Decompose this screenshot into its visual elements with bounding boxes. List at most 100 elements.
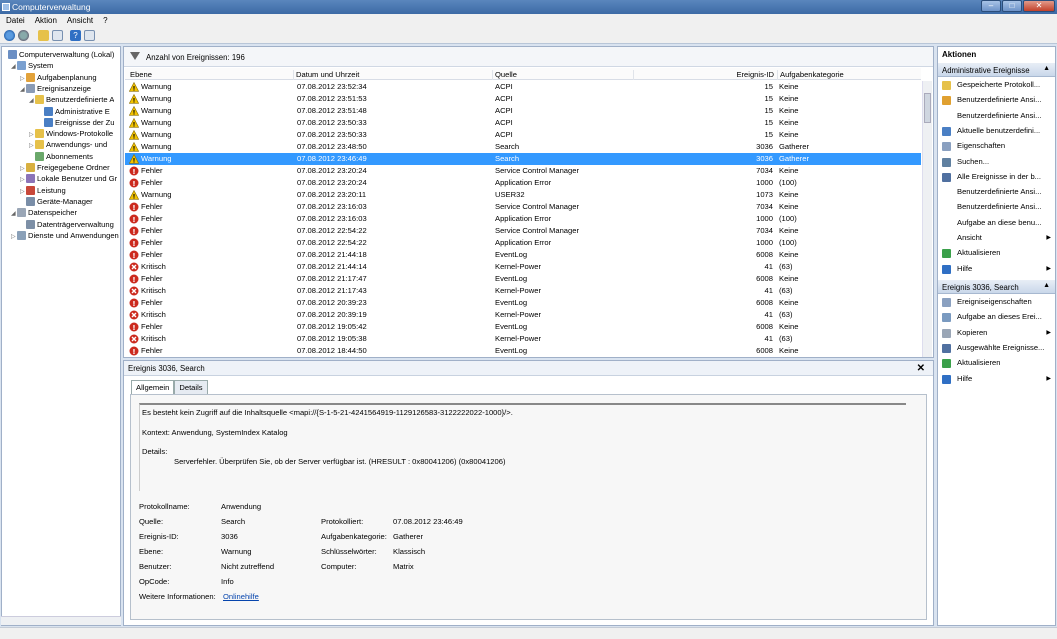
collapse-icon[interactable]: ▲ (1043, 282, 1050, 289)
tree-item[interactable]: Geräte-Manager (20, 196, 93, 207)
event-level: Warnung (141, 190, 172, 199)
table-row[interactable]: Kritisch 07.08.2012 21:44:14 Kernel-Power (… (125, 261, 921, 273)
action-item[interactable]: Ausgewählte Ereignisse... (938, 341, 1055, 355)
tree-item[interactable]: ◢ Datenspeicher (11, 207, 77, 218)
column-ebene[interactable]: Ebene (128, 70, 294, 80)
action-item[interactable]: Ereigniseigenschaften (938, 295, 1055, 309)
help-icon[interactable]: ? (70, 30, 81, 41)
section-administrative-events[interactable]: Administrative Ereignisse ▲ (938, 63, 1055, 77)
column-aufgabenkategorie[interactable]: Aufgabenkategorie (777, 70, 917, 80)
menu-help[interactable]: ? (103, 16, 107, 27)
table-row[interactable]: ! Warnung 07.08.2012 23:50:33 ACPI Keine 15 (125, 117, 921, 129)
show-hide-tree-icon[interactable] (52, 30, 63, 41)
svg-text:!: ! (132, 168, 135, 176)
collapse-icon[interactable]: ▲ (1043, 65, 1050, 72)
onlinehilfe-link[interactable]: Onlinehilfe (223, 592, 259, 601)
event-list-scrollbar[interactable] (922, 81, 932, 357)
table-row[interactable]: ! Fehler 07.08.2012 18:44:50 EventLog Keine 6… (125, 345, 921, 357)
table-row[interactable]: ! Fehler 07.08.2012 23:16:03 Application Er… (125, 213, 921, 225)
table-row[interactable]: ! Fehler 07.08.2012 20:39:23 EventLog Keine 6… (125, 297, 921, 309)
tree-item-label: Anwendungs- und (46, 140, 108, 150)
scrollbar-thumb[interactable] (924, 93, 931, 123)
table-row[interactable]: ! Warnung 07.08.2012 23:50:33 ACPI Keine 15 (125, 129, 921, 141)
menu-bar: Datei Aktion Ansicht ? (0, 14, 1057, 27)
table-row[interactable]: ! Warnung 07.08.2012 23:52:34 ACPI Keine 15 (125, 81, 921, 93)
tree-item[interactable]: Computerverwaltung (Lokal) (2, 49, 114, 60)
tree-item[interactable]: Datenträgerverwaltung (20, 219, 114, 230)
action-item[interactable]: Aktualisieren (938, 246, 1055, 260)
table-row[interactable]: ! Fehler 07.08.2012 23:16:03 Service Contro… (125, 201, 921, 213)
forward-icon[interactable] (18, 30, 29, 41)
help-icon (942, 264, 951, 274)
table-row[interactable]: Kritisch 07.08.2012 21:17:43 Kernel-Power (… (125, 285, 921, 297)
table-row[interactable]: ! Fehler 07.08.2012 19:05:42 EventLog Keine 6… (125, 321, 921, 333)
tree-item[interactable]: Ereignisse der Zu (38, 117, 115, 128)
action-item[interactable]: Benutzerdefinierte Ansi... (938, 109, 1055, 123)
minimize-button[interactable]: – (981, 0, 1001, 12)
action-item[interactable]: Benutzerdefinierte Ansi... (938, 185, 1055, 199)
menu-aktion[interactable]: Aktion (35, 16, 57, 27)
back-icon[interactable] (4, 30, 15, 41)
up-folder-icon[interactable] (38, 30, 49, 41)
properties-icon[interactable] (84, 30, 95, 41)
column-datum[interactable]: Datum und Uhrzeit (293, 70, 491, 80)
action-item[interactable]: Hilfe ▶ (938, 262, 1055, 276)
event-category: Gatherer (779, 154, 809, 163)
action-item[interactable]: Aktuelle benutzerdefini... (938, 124, 1055, 138)
close-button[interactable]: ✕ (1023, 0, 1055, 12)
tree-item[interactable]: ◢ Benutzerdefinierte A (29, 94, 114, 105)
close-icon[interactable]: ✕ (917, 363, 925, 374)
tree-item[interactable]: ◢ System (11, 60, 53, 71)
tree-item[interactable]: ◢ Ereignisanzeige (20, 83, 91, 94)
action-item[interactable]: Alle Ereignisse in der b... (938, 170, 1055, 184)
table-row[interactable]: ! Fehler 07.08.2012 22:54:22 Service Contro… (125, 225, 921, 237)
action-item[interactable]: Benutzerdefinierte Ansi... (938, 93, 1055, 107)
table-row[interactable]: ! Warnung 07.08.2012 23:51:48 ACPI Keine 15 (125, 105, 921, 117)
tree-item[interactable]: Abonnements (29, 151, 93, 162)
column-quelle[interactable]: Quelle (492, 70, 632, 80)
tree-item[interactable]: ▷ Freigegebene Ordner (20, 162, 110, 173)
filter-icon (130, 52, 140, 61)
action-item[interactable]: Aufgabe an diese benu... (938, 216, 1055, 230)
tab-details[interactable]: Details (174, 380, 208, 394)
action-item[interactable]: Gespeicherte Protokoll... (938, 78, 1055, 92)
tree-item[interactable]: ▷ Anwendungs- und (29, 139, 107, 150)
action-item[interactable]: Eigenschaften (938, 139, 1055, 153)
table-row[interactable]: ! Warnung 07.08.2012 23:48:50 Search Gathere… (125, 141, 921, 153)
table-row[interactable]: ! Fehler 07.08.2012 21:17:47 EventLog Keine 6… (125, 273, 921, 285)
table-row[interactable]: Kritisch 07.08.2012 19:05:38 Kernel-Power (… (125, 333, 921, 345)
column-ereignis-id[interactable]: Ereignis-ID (633, 70, 776, 80)
table-row[interactable]: ! Warnung 07.08.2012 23:20:11 USER32 Keine 10… (125, 189, 921, 201)
tree-item[interactable]: ▷ Lokale Benutzer und Gr (20, 173, 117, 184)
maximize-button[interactable]: □ (1002, 0, 1022, 12)
action-item[interactable]: Benutzerdefinierte Ansi... (938, 200, 1055, 214)
event-level: Fehler (141, 178, 163, 187)
tree-item[interactable]: ▷ Dienste und Anwendungen (11, 230, 119, 241)
tree-horizontal-scrollbar[interactable] (1, 616, 121, 625)
table-row[interactable]: Kritisch 07.08.2012 20:39:19 Kernel-Power (… (125, 309, 921, 321)
action-item[interactable]: Suchen... (938, 155, 1055, 169)
table-row[interactable]: ! Fehler 07.08.2012 21:44:18 EventLog Keine 6… (125, 249, 921, 261)
tab-allgemein[interactable]: Allgemein (131, 380, 175, 394)
svg-text:!: ! (132, 276, 135, 284)
tree-item[interactable]: ▷ Aufgabenplanung (20, 72, 97, 83)
section-event-3036[interactable]: Ereignis 3036, Search ▲ (938, 280, 1055, 294)
table-row[interactable]: ! Fehler 07.08.2012 22:54:22 Application Er… (125, 237, 921, 249)
tree-item[interactable]: ▷ Leistung (20, 185, 66, 196)
tree-item[interactable]: Administrative E (38, 106, 110, 117)
action-item[interactable]: Kopieren ▶ (938, 326, 1055, 340)
menu-datei[interactable]: Datei (6, 16, 25, 27)
action-item[interactable]: Hilfe ▶ (938, 372, 1055, 386)
table-row[interactable]: ! Fehler 07.08.2012 23:20:24 Application Er… (125, 177, 921, 189)
event-date: 07.08.2012 23:50:33 (297, 118, 367, 127)
table-row[interactable]: ! Warnung 07.08.2012 23:46:49 Search Gathere… (125, 153, 921, 165)
action-item[interactable]: Aufgabe an dieses Erei... (938, 310, 1055, 324)
menu-ansicht[interactable]: Ansicht (67, 16, 93, 27)
event-id: 7034 (756, 226, 773, 235)
table-row[interactable]: ! Fehler 07.08.2012 23:20:24 Service Contro… (125, 165, 921, 177)
event-level: Warnung (141, 142, 172, 151)
tree-item[interactable]: ▷ Windows-Protokolle (29, 128, 113, 139)
action-item[interactable]: Aktualisieren (938, 356, 1055, 370)
action-item[interactable]: Ansicht ▶ (938, 231, 1055, 245)
table-row[interactable]: ! Warnung 07.08.2012 23:51:53 ACPI Keine 15 (125, 93, 921, 105)
